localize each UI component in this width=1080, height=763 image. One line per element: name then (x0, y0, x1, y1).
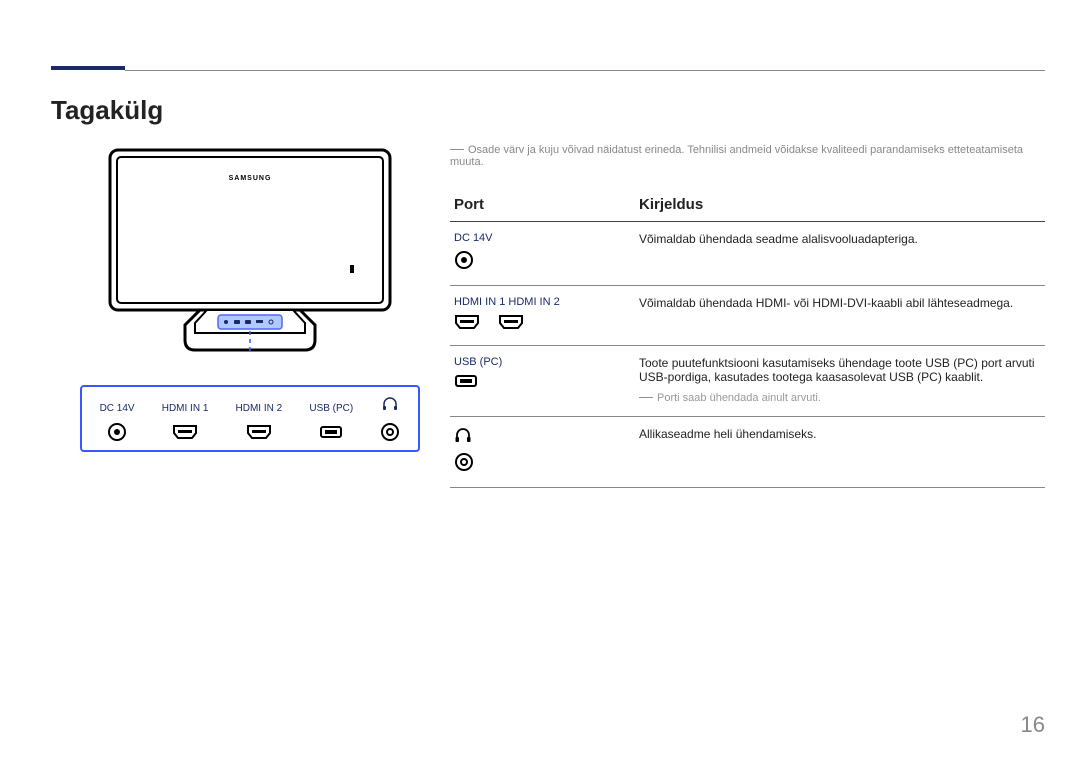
port-label: HDMI IN 1 (162, 403, 209, 414)
dash-icon: ― (639, 388, 653, 404)
port-label: HDMI IN 2 (236, 403, 283, 414)
hdmi-port-icon (498, 314, 524, 333)
port-row-label: HDMI IN 1 HDMI IN 2 (454, 296, 631, 308)
port-row-label: USB (PC) (454, 356, 631, 368)
audio-port-icon (454, 452, 474, 475)
brand-text: SAMSUNG (229, 175, 272, 182)
dash-icon: ― (450, 140, 464, 156)
hdmi-port-icon (454, 314, 480, 333)
top-rule (125, 70, 1045, 71)
table-row: DC 14V Võimaldab ühendada seadme alalisv… (450, 222, 1045, 286)
usb-port-icon (454, 374, 478, 391)
page-title: Tagakülg (51, 95, 163, 126)
chapter-mark (51, 40, 125, 70)
description-area: ―Osade värv ja kuju võivad näidatust eri… (450, 140, 1045, 488)
port-label: DC 14V (100, 403, 135, 414)
port-label: USB (PC) (309, 403, 353, 414)
port-col-hdmi2: HDMI IN 2 (236, 403, 283, 444)
port-row-subnote: ―Porti saab ühendada ainult arvuti. (639, 388, 1041, 404)
hdmi-port-icon (172, 420, 198, 444)
page-number: 16 (1021, 712, 1045, 738)
port-row-desc: Võimaldab ühendada HDMI- või HDMI-DVI-ka… (639, 296, 1041, 310)
port-col-dc: DC 14V (100, 403, 135, 444)
port-row-desc: Allikaseadme heli ühendamiseks. (639, 427, 1041, 441)
port-panel-detail: DC 14V HDMI IN 1 HDMI IN 2 USB (PC) (80, 385, 420, 452)
port-row-label: DC 14V (454, 232, 631, 244)
dc-port-icon (454, 250, 474, 273)
headphone-icon (382, 397, 398, 414)
port-description-table: Port Kirjeldus DC 14V Võimaldab ühendada… (450, 190, 1045, 488)
port-col-hdmi1: HDMI IN 1 (162, 403, 209, 444)
port-col-usb: USB (PC) (309, 403, 353, 444)
table-row: USB (PC) Toote puutefunktsiooni kasutami… (450, 346, 1045, 417)
audio-port-icon (380, 420, 400, 444)
rear-diagram: SAMSUNG DC 14V HDMI IN 1 HDMI IN 2 (80, 145, 420, 452)
headphone-icon (454, 427, 472, 446)
table-header-desc: Kirjeldus (635, 190, 1045, 222)
port-row-desc: Võimaldab ühendada seadme alalisvooluada… (639, 232, 1041, 246)
usb-port-icon (319, 420, 343, 444)
monitor-illustration: SAMSUNG (105, 145, 395, 355)
top-note: ―Osade värv ja kuju võivad näidatust eri… (450, 140, 1045, 168)
table-row: HDMI IN 1 HDMI IN 2 Võimaldab ühendada H… (450, 286, 1045, 346)
hdmi-port-icon (246, 420, 272, 444)
table-row: Allikaseadme heli ühendamiseks. (450, 417, 1045, 488)
dc-port-icon (107, 420, 127, 444)
port-row-desc: Toote puutefunktsiooni kasutamiseks ühen… (639, 356, 1041, 384)
port-col-headphone (380, 397, 400, 444)
table-header-port: Port (450, 190, 635, 222)
